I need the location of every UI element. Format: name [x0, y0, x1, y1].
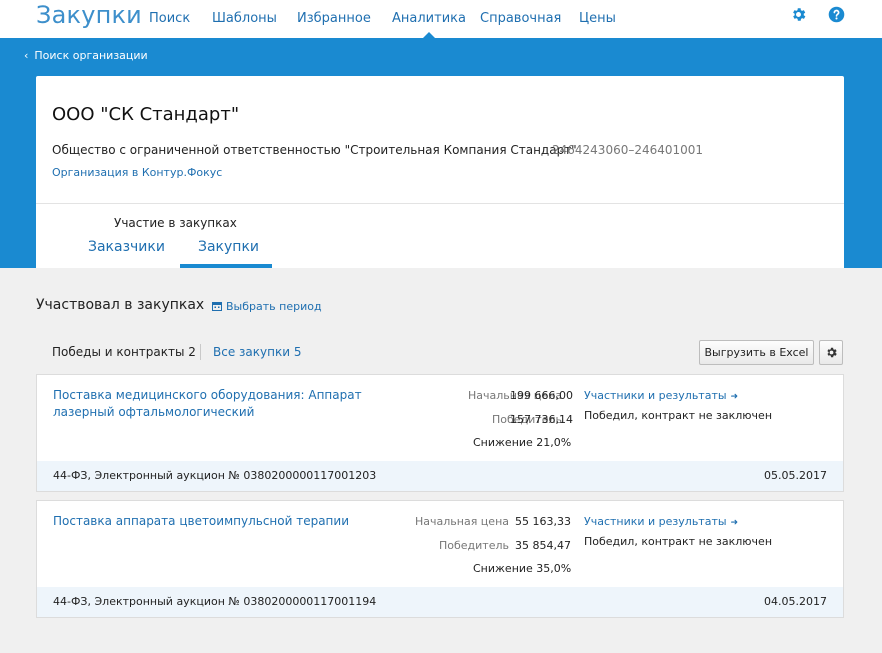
- nav-reference[interactable]: Справочная: [480, 11, 561, 26]
- result-status: Победил, контракт не заключен: [584, 409, 773, 422]
- help-icon[interactable]: [828, 6, 845, 23]
- start-price-value: 199 666,00: [510, 389, 573, 402]
- arrow-right-icon: ➜: [730, 518, 739, 528]
- nav-analytics[interactable]: Аналитика: [392, 11, 466, 38]
- kontur-focus-link[interactable]: Организация в Контур.Фокус: [52, 166, 222, 179]
- select-period-link[interactable]: Выбрать период: [212, 300, 322, 314]
- nav-favorites[interactable]: Избранное: [297, 11, 371, 26]
- filter-all-purchases[interactable]: Все закупки 5: [213, 345, 301, 359]
- filter-wins-contracts[interactable]: Победы и контракты 2: [52, 345, 196, 359]
- gear-icon[interactable]: [790, 6, 807, 23]
- back-to-search-link[interactable]: ‹ Поиск организации: [24, 49, 148, 62]
- purchase-title-link[interactable]: Поставка медицинского оборудования: Аппа…: [53, 387, 383, 421]
- table-settings-button[interactable]: [819, 340, 843, 365]
- purchase-date: 05.05.2017: [764, 469, 827, 482]
- winner-price-value: 157 736,14: [510, 413, 573, 426]
- purchase-title-link[interactable]: Поставка аппарата цветоимпульсной терапи…: [53, 513, 383, 530]
- procedure-info: 44-ФЗ, Электронный аукцион № 03802000001…: [53, 469, 377, 482]
- results-link-label: Участники и результаты: [584, 389, 727, 402]
- purchase-card: Поставка аппарата цветоимпульсной терапи…: [36, 500, 844, 618]
- price-reduction: Снижение 21,0%: [473, 436, 572, 449]
- active-tab-indicator: [180, 264, 272, 268]
- select-period-label: Выбрать период: [226, 300, 322, 313]
- nav-templates[interactable]: Шаблоны: [212, 11, 277, 26]
- winner-price-value: 35 854,47: [515, 539, 571, 552]
- section-title: Участвовал в закупках: [36, 297, 205, 313]
- app-logo[interactable]: Закупки: [36, 1, 142, 29]
- card-divider: [36, 203, 844, 204]
- purchase-date: 04.05.2017: [764, 595, 827, 608]
- filter-separator: [200, 344, 201, 360]
- result-status: Победил, контракт не заключен: [584, 535, 773, 548]
- organization-full-name: Общество с ограниченной ответственностью…: [52, 143, 577, 157]
- organization-card: ООО "СК Стандарт" Общество с ограниченно…: [36, 76, 844, 268]
- participants-results-link[interactable]: Участники и результаты ➜: [584, 389, 738, 402]
- results-link-label: Участники и результаты: [584, 515, 727, 528]
- tab-customers[interactable]: Заказчики: [88, 239, 165, 255]
- start-price-label: Начальная цена: [415, 515, 509, 528]
- purchase-footer: 44-ФЗ, Электронный аукцион № 03802000001…: [37, 461, 843, 491]
- participation-label: Участие в закупках: [114, 216, 237, 230]
- top-navigation: Закупки Поиск Шаблоны Избранное Аналитик…: [0, 0, 882, 38]
- organization-inn-kpp: 2464243060–246401001: [552, 143, 704, 157]
- price-reduction: Снижение 35,0%: [473, 562, 572, 575]
- back-link-label: Поиск организации: [34, 49, 148, 62]
- nav-search[interactable]: Поиск: [149, 11, 190, 26]
- procedure-info: 44-ФЗ, Электронный аукцион № 03802000001…: [53, 595, 377, 608]
- arrow-right-icon: ➜: [730, 392, 739, 402]
- nav-prices[interactable]: Цены: [579, 11, 616, 26]
- organization-name: ООО "СК Стандарт": [52, 104, 240, 125]
- purchase-card: Поставка медицинского оборудования: Аппа…: [36, 374, 844, 492]
- export-excel-button[interactable]: Выгрузить в Excel: [699, 340, 814, 365]
- gear-icon: [827, 347, 837, 358]
- purchase-footer: 44-ФЗ, Электронный аукцион № 03802000001…: [37, 587, 843, 617]
- calendar-icon: [212, 301, 222, 314]
- start-price-value: 55 163,33: [515, 515, 571, 528]
- winner-label: Победитель: [439, 539, 509, 552]
- participants-results-link[interactable]: Участники и результаты ➜: [584, 515, 738, 528]
- chevron-left-icon: ‹: [24, 49, 29, 62]
- tab-purchases[interactable]: Закупки: [198, 239, 259, 255]
